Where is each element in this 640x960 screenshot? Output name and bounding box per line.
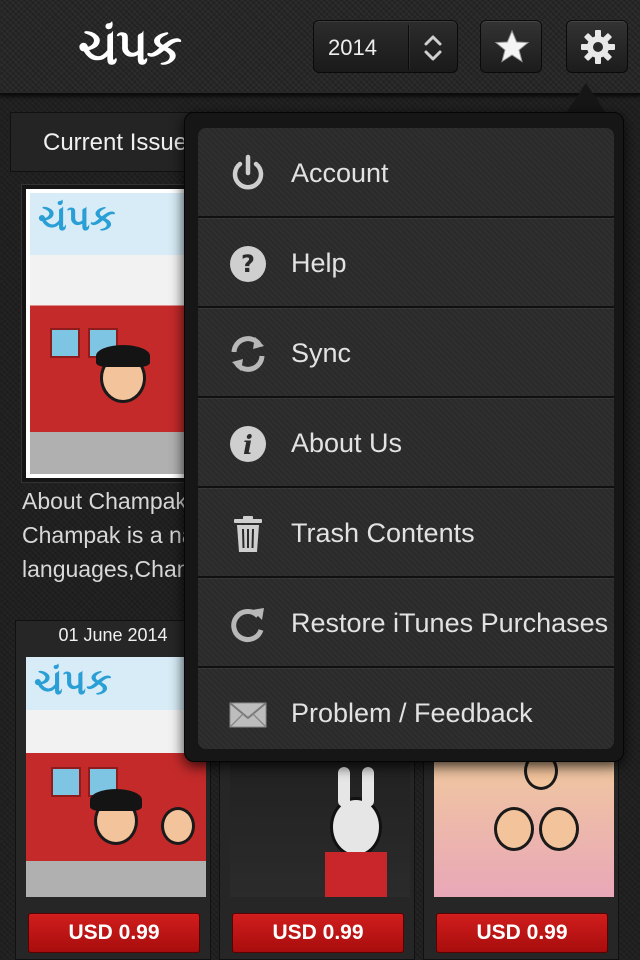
info-icon: i	[230, 426, 266, 462]
issue-date: 01 June 2014	[58, 625, 168, 645]
buy-button[interactable]: USD 0.99	[232, 913, 404, 953]
buy-button[interactable]: USD 0.99	[28, 913, 200, 953]
issue-card[interactable]: 01 June 2014 ચંપક USD 0.99	[15, 620, 211, 960]
section-title: Current Issue	[43, 129, 188, 156]
menu-item-account[interactable]: Account	[198, 128, 614, 218]
settings-popover: Account ? Help Sync i About Us Trash Con…	[184, 112, 624, 762]
buy-button[interactable]: USD 0.99	[436, 913, 608, 953]
character-face	[539, 807, 579, 851]
settings-menu: Account ? Help Sync i About Us Trash Con…	[198, 128, 614, 749]
settings-button[interactable]	[566, 20, 628, 73]
about-line: languages,Cham	[22, 556, 196, 582]
trash-icon	[234, 516, 262, 552]
menu-item-label: Sync	[291, 338, 352, 368]
logo-text: ચંપક	[78, 17, 182, 76]
bus-window	[50, 328, 80, 358]
rabbit-shirt	[325, 852, 387, 897]
character-face	[494, 807, 534, 851]
top-bar: ચંપક 2014	[0, 0, 640, 95]
menu-item-label: Account	[291, 158, 389, 188]
svg-text:?: ?	[241, 250, 255, 278]
sync-icon	[231, 336, 265, 372]
menu-item-sync[interactable]: Sync	[198, 308, 614, 398]
gear-icon	[581, 30, 615, 64]
question-icon: ?	[230, 246, 266, 282]
year-value: 2014	[328, 35, 377, 60]
issue-cover-image[interactable]: ચંપક	[26, 657, 206, 897]
character-hair	[96, 345, 150, 367]
favorites-button[interactable]	[480, 20, 542, 73]
year-select[interactable]: 2014	[313, 20, 458, 73]
cover-image: ચંપક	[30, 193, 194, 474]
menu-item-about-us[interactable]: i About Us	[198, 398, 614, 488]
restore-icon	[231, 608, 264, 642]
menu-item-trash-contents[interactable]: Trash Contents	[198, 488, 614, 578]
rabbit-ear	[362, 767, 374, 807]
menu-item-label: About Us	[291, 428, 403, 458]
menu-item-label: Help	[291, 248, 347, 278]
menu-item-label: Trash Contents	[291, 518, 475, 548]
champak-logo: ચંપક	[62, 14, 196, 80]
rabbit-ear	[338, 767, 350, 807]
star-icon	[494, 29, 530, 63]
cover-title: ચંપક	[34, 661, 112, 703]
about-heading: About Champak	[22, 488, 187, 514]
about-line: Champak is a na	[22, 522, 195, 548]
rabbit-face	[330, 797, 382, 857]
current-issue-cover[interactable]: ચંપક	[22, 185, 202, 482]
svg-text:i: i	[243, 431, 253, 461]
power-icon	[232, 154, 264, 190]
menu-item-label: Problem / Feedback	[291, 698, 533, 728]
menu-item-restore-itunes-purchases[interactable]: Restore iTunes Purchases	[198, 578, 614, 668]
popover-arrow	[566, 83, 606, 113]
chevron-up-down-icon	[424, 35, 442, 61]
cover-title: ચંપક	[38, 197, 116, 239]
menu-item-problem-feedback[interactable]: Problem / Feedback	[198, 668, 614, 749]
bus-window	[51, 767, 81, 797]
year-select-divider	[408, 25, 409, 70]
character-face	[161, 807, 195, 845]
character-hair	[90, 789, 142, 811]
envelope-icon	[229, 702, 267, 728]
menu-item-label: Restore iTunes Purchases	[291, 608, 609, 638]
menu-item-help[interactable]: ? Help	[198, 218, 614, 308]
